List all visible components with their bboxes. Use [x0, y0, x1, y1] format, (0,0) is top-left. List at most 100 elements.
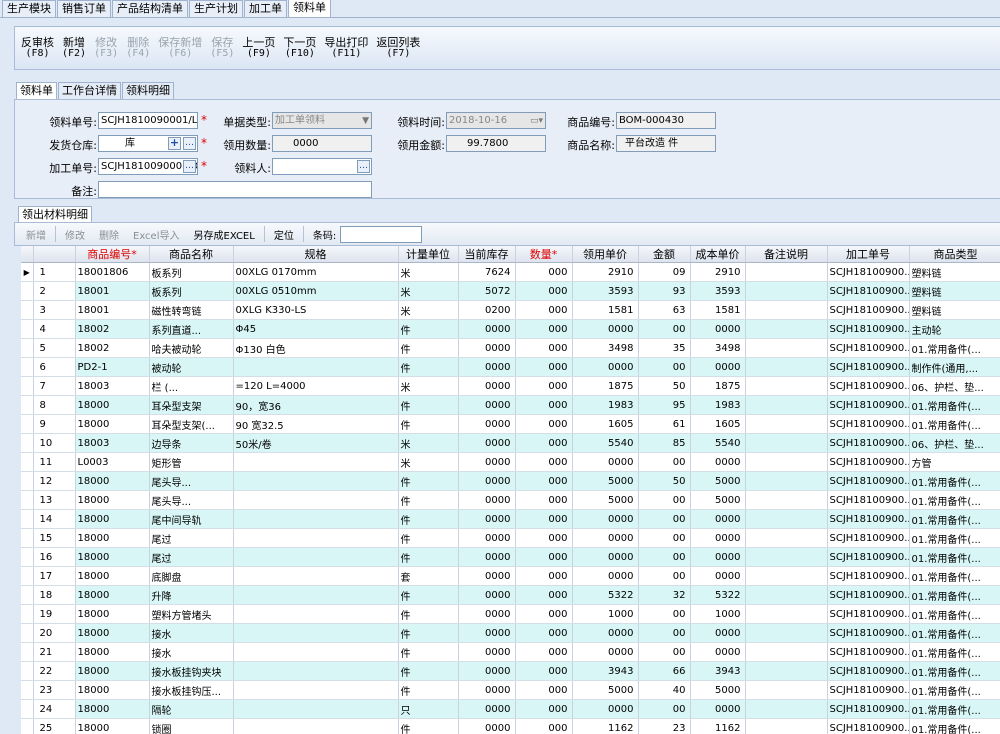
table-cell[interactable]: 06、护栏、垫...: [909, 433, 1000, 453]
table-cell[interactable]: SCJH18100900...: [827, 452, 910, 472]
table-cell[interactable]: [745, 414, 828, 434]
table-cell[interactable]: [233, 471, 399, 491]
table-cell[interactable]: 000: [515, 281, 573, 301]
table-cell[interactable]: [745, 281, 828, 301]
table-cell[interactable]: 18000: [75, 547, 150, 567]
table-cell[interactable]: 接水: [149, 623, 234, 643]
column-header[interactable]: 规格: [233, 246, 399, 263]
table-cell[interactable]: SCJH18100900...: [827, 642, 910, 662]
table-cell[interactable]: 5000: [572, 471, 639, 491]
table-cell[interactable]: 尾中间导轨: [149, 509, 234, 529]
table-cell[interactable]: 件: [398, 338, 459, 358]
table-cell[interactable]: 18000: [75, 528, 150, 548]
table-cell[interactable]: 000: [515, 376, 573, 396]
table-cell[interactable]: SCJH18100900...: [827, 319, 910, 339]
table-cell[interactable]: 件: [398, 528, 459, 548]
table-cell[interactable]: 01.常用备件(...: [909, 471, 1000, 491]
table-cell[interactable]: 哈夫被动轮: [149, 338, 234, 358]
table-cell[interactable]: 0000: [572, 566, 639, 586]
table-cell[interactable]: 000: [515, 471, 573, 491]
table-cell[interactable]: 2910: [572, 262, 639, 282]
table-cell[interactable]: 1983: [690, 395, 746, 415]
table-cell[interactable]: [745, 300, 828, 320]
table-cell[interactable]: 00XLG 0510mm: [233, 281, 399, 301]
table-cell[interactable]: 1605: [690, 414, 746, 434]
table-cell[interactable]: SCJH18100900...: [827, 300, 910, 320]
detail-new-button[interactable]: 新增: [26, 227, 46, 242]
table-cell[interactable]: 0000: [572, 699, 639, 719]
table-cell[interactable]: [233, 452, 399, 472]
table-cell[interactable]: 5540: [572, 433, 639, 453]
table-cell[interactable]: [233, 604, 399, 624]
table-cell[interactable]: 18000: [75, 661, 150, 681]
table-cell[interactable]: 000: [515, 509, 573, 529]
table-cell[interactable]: SCJH18100900...: [827, 509, 910, 529]
table-cell[interactable]: 1983: [572, 395, 639, 415]
table-row[interactable]: 12 18000 尾头导... 件 0000 000 5000 50 5000 SCJH18100…: [21, 471, 1000, 491]
table-cell[interactable]: 塑料链: [909, 281, 1000, 301]
table-cell[interactable]: 0000: [458, 699, 516, 719]
table-cell[interactable]: 3498: [572, 338, 639, 358]
table-cell[interactable]: 栏 (...: [149, 376, 234, 396]
lookup-icon[interactable]: …: [183, 160, 196, 173]
table-cell[interactable]: 0000: [458, 376, 516, 396]
table-row[interactable]: 2 18001 板系列 00XLG 0510mm 米 5072 000 3593 93 3593 S…: [21, 281, 1000, 301]
table-cell[interactable]: 接水板挂钩压...: [149, 680, 234, 700]
table-row[interactable]: 23 18000 接水板挂钩压... 件 0000 000 5000 40 5000 SCJH18…: [21, 680, 1000, 700]
table-cell[interactable]: 63: [638, 300, 691, 320]
table-cell[interactable]: 000: [515, 262, 573, 282]
table-cell[interactable]: 000: [515, 642, 573, 662]
table-cell[interactable]: 1605: [572, 414, 639, 434]
column-header[interactable]: 数量*: [515, 246, 573, 263]
tab-workbench-detail[interactable]: 工作台详情: [58, 82, 121, 99]
table-cell[interactable]: [745, 642, 828, 662]
table-cell[interactable]: 尾头导...: [149, 490, 234, 510]
table-cell[interactable]: 5000: [690, 490, 746, 510]
table-cell[interactable]: 000: [515, 319, 573, 339]
table-cell[interactable]: SCJH18100900...: [827, 661, 910, 681]
table-cell[interactable]: 套: [398, 566, 459, 586]
table-cell[interactable]: 93: [638, 281, 691, 301]
table-cell[interactable]: [745, 262, 828, 282]
table-cell[interactable]: 50米/卷: [233, 433, 399, 453]
table-cell[interactable]: 0000: [690, 699, 746, 719]
table-cell[interactable]: 000: [515, 699, 573, 719]
table-cell[interactable]: 01.常用备件(...: [909, 680, 1000, 700]
new-button[interactable]: 新增 (F2): [62, 37, 86, 59]
table-cell[interactable]: 0000: [458, 566, 516, 586]
table-cell[interactable]: 00: [638, 357, 691, 377]
table-cell[interactable]: 0000: [690, 528, 746, 548]
table-cell[interactable]: 1162: [690, 718, 746, 734]
table-row[interactable]: 24 18000 隔轮只 0000 000 0000 00 0000 SCJH18100900.…: [21, 699, 1000, 719]
table-row[interactable]: 21 18000 接水件 0000 000 0000 00 0000 SCJH18100900.…: [21, 642, 1000, 662]
table-cell[interactable]: 0000: [690, 623, 746, 643]
save-new-button[interactable]: 保存新增 (F6): [158, 37, 202, 59]
table-cell[interactable]: L0003: [75, 452, 150, 472]
column-header[interactable]: 备注说明: [745, 246, 828, 263]
table-row[interactable]: 19 18000 塑料方管堵头件 0000 000 1000 00 1000 SCJH18100…: [21, 604, 1000, 624]
table-cell[interactable]: 32: [638, 585, 691, 605]
column-header[interactable]: 商品类型: [909, 246, 1000, 263]
table-cell[interactable]: 米: [398, 281, 459, 301]
table-cell[interactable]: 18003: [75, 433, 150, 453]
table-cell[interactable]: 90，宽36: [233, 395, 399, 415]
table-cell[interactable]: 01.常用备件(...: [909, 661, 1000, 681]
unaudit-button[interactable]: 反审核 (F8): [21, 37, 54, 59]
table-cell[interactable]: 0000: [458, 414, 516, 434]
table-cell[interactable]: 000: [515, 585, 573, 605]
table-cell[interactable]: 米: [398, 376, 459, 396]
tab-production-plan[interactable]: 生产计划: [189, 0, 243, 17]
table-cell[interactable]: SCJH18100900...: [827, 604, 910, 624]
table-cell[interactable]: 000: [515, 395, 573, 415]
table-cell[interactable]: 40: [638, 680, 691, 700]
table-cell[interactable]: Φ130 白色: [233, 338, 399, 358]
table-cell[interactable]: 底脚盘: [149, 566, 234, 586]
table-cell[interactable]: 0000: [458, 471, 516, 491]
table-cell[interactable]: 1162: [572, 718, 639, 734]
table-cell[interactable]: 方管: [909, 452, 1000, 472]
table-cell[interactable]: [233, 357, 399, 377]
table-cell[interactable]: 18000: [75, 414, 150, 434]
table-cell[interactable]: 18000: [75, 680, 150, 700]
table-cell[interactable]: [745, 433, 828, 453]
table-cell[interactable]: [745, 357, 828, 377]
